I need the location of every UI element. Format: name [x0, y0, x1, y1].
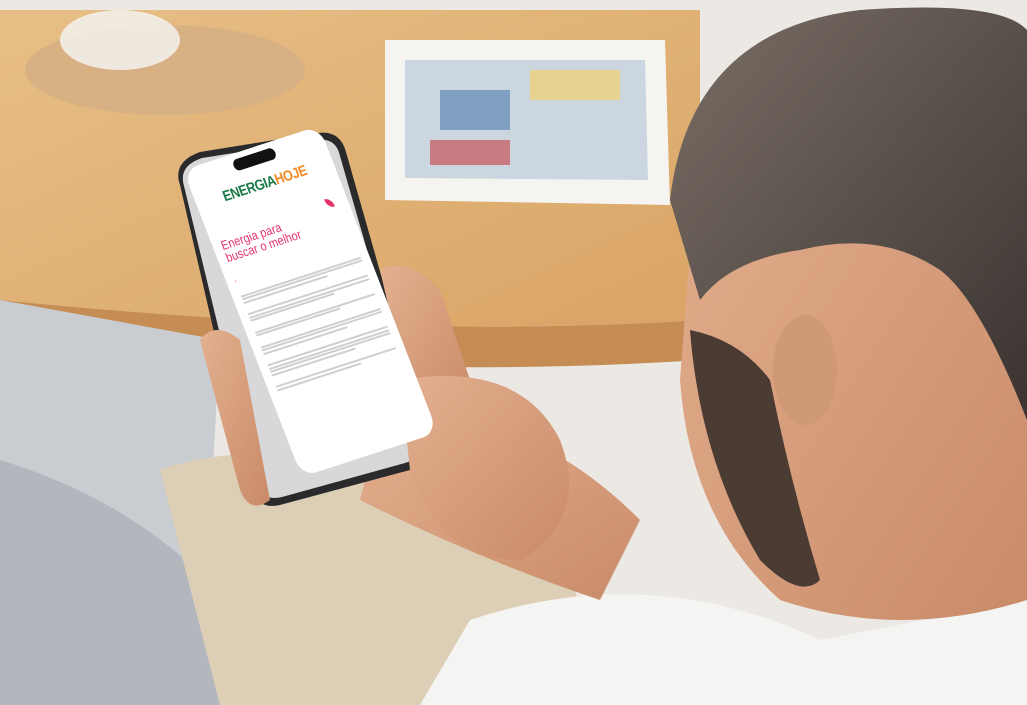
photo-scene: ENERGIAHOJE Energia para buscar o melhor [0, 0, 1027, 705]
sponsor-name [323, 206, 340, 215]
phone-notch [231, 146, 278, 172]
ear [773, 315, 837, 425]
sponsor-brand [319, 196, 340, 215]
water-glass [60, 10, 180, 70]
magazine-block [440, 90, 510, 130]
magazine-block [530, 70, 620, 100]
background-illustration [0, 0, 1027, 705]
magazine-block [430, 140, 510, 165]
news-list [239, 251, 398, 392]
